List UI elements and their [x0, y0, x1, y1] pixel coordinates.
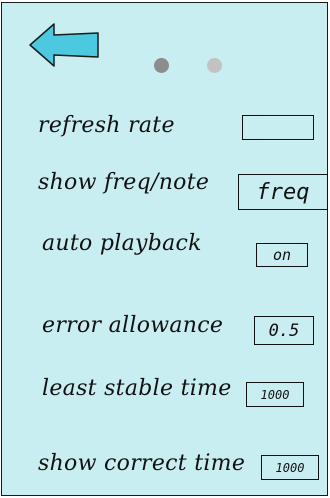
error-allowance-label: error allowance: [42, 313, 224, 338]
back-button[interactable]: [28, 21, 102, 69]
show-correct-time-label: show correct time: [38, 451, 246, 476]
page-dot-inactive[interactable]: [207, 58, 222, 73]
settings-screen: refresh rate show freq/note freq auto pl…: [1, 2, 328, 496]
show-correct-time-field[interactable]: 1000: [261, 455, 319, 480]
least-stable-time-label: least stable time: [42, 376, 232, 401]
page-indicator: [150, 58, 230, 78]
refresh-rate-field[interactable]: [242, 115, 314, 140]
refresh-rate-label: refresh rate: [38, 113, 175, 138]
show-freq-note-label: show freq/note: [38, 170, 210, 195]
page-dot-active: [154, 58, 169, 73]
back-arrow-icon: [29, 23, 99, 67]
show-freq-note-toggle[interactable]: freq: [238, 174, 328, 210]
least-stable-time-field[interactable]: 1000: [246, 382, 304, 407]
auto-playback-toggle[interactable]: on: [256, 243, 308, 267]
error-allowance-field[interactable]: 0.5: [254, 316, 314, 345]
auto-playback-label: auto playback: [42, 231, 202, 256]
